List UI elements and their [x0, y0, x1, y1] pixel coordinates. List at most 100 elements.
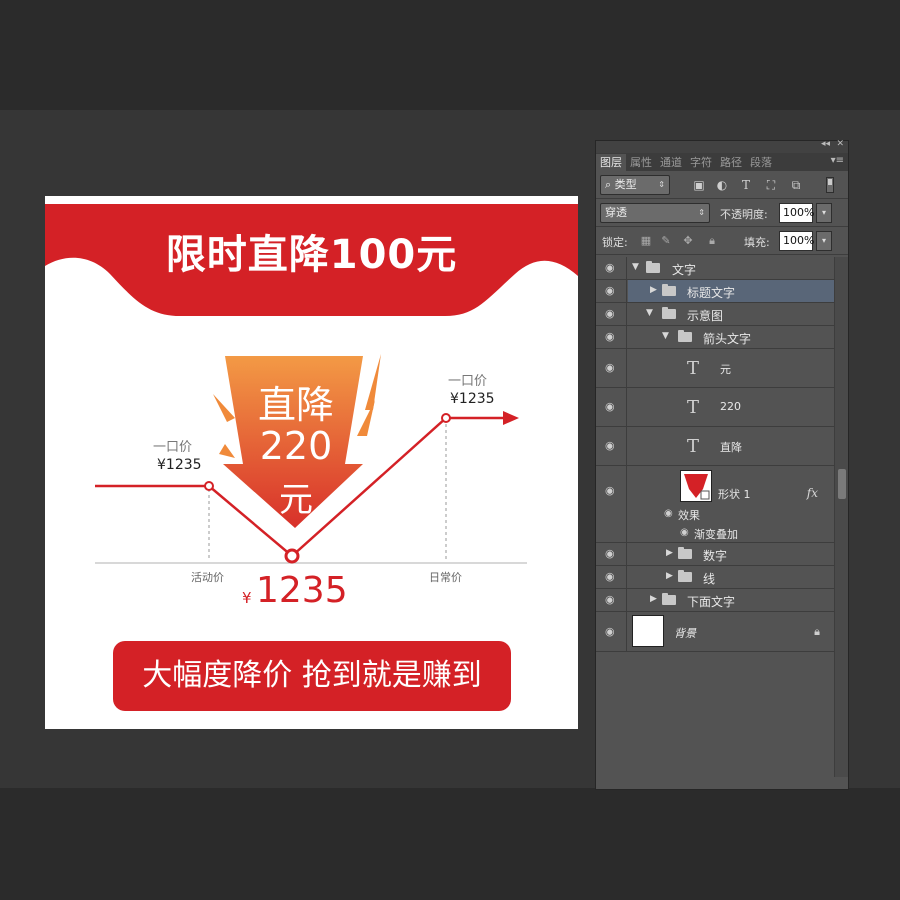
- opacity-dropdown-icon[interactable]: ▾: [816, 203, 832, 223]
- point-left: [204, 481, 214, 491]
- expand-arrow-down-icon[interactable]: ▼: [662, 331, 669, 341]
- filter-row: ⌕ 类型 ⇕ ▣ ◐ T ⛶ ⧉: [596, 171, 848, 199]
- lock-position-icon[interactable]: ✥: [682, 234, 694, 247]
- type-filter-icon[interactable]: T: [739, 178, 753, 192]
- smartobject-filter-icon[interactable]: ⧉: [789, 178, 803, 193]
- lock-pixels-icon[interactable]: ✎: [660, 234, 672, 247]
- fill-input[interactable]: 100%: [779, 231, 814, 251]
- eye-icon: ◉: [605, 361, 615, 374]
- tab-layers[interactable]: 图层: [596, 154, 626, 171]
- visibility-toggle[interactable]: ◉: [596, 543, 627, 565]
- fx-icon[interactable]: fx: [807, 486, 818, 500]
- spark-left-2: [219, 444, 235, 458]
- filter-kind-select[interactable]: ⌕ 类型 ⇕: [600, 175, 670, 195]
- visibility-toggle[interactable]: ◉: [596, 388, 627, 426]
- opacity-label: 不透明度:: [720, 208, 768, 221]
- expand-arrow-down-icon[interactable]: ▼: [632, 262, 639, 272]
- filter-kind-label: 类型: [614, 178, 637, 191]
- eye-icon: ◉: [605, 624, 615, 638]
- eye-icon: ◉: [605, 261, 615, 274]
- visibility-toggle[interactable]: ◉: [596, 326, 627, 348]
- tab-paragraph[interactable]: 段落: [746, 154, 776, 171]
- expand-arrow-right-icon[interactable]: ▶: [666, 571, 673, 581]
- layer-name: 箭头文字: [703, 332, 752, 346]
- image-filter-icon[interactable]: ▣: [692, 178, 706, 192]
- panel-menu-icon[interactable]: ▾≡: [831, 155, 844, 166]
- lock-row: 锁定: ▦ ✎ ✥ 🔒︎ 填充: 100% ▾: [596, 227, 848, 255]
- layer-row[interactable]: ◉ ▼ 文字: [596, 257, 834, 280]
- blend-mode-select[interactable]: 穿透 ⇕: [600, 203, 710, 223]
- visibility-toggle[interactable]: ◉: [596, 566, 627, 588]
- tab-character[interactable]: 字符: [686, 154, 716, 171]
- layer-name: 形状 1: [718, 488, 751, 501]
- lock-transparent-icon[interactable]: ▦: [640, 234, 652, 247]
- opacity-input[interactable]: 100%: [779, 203, 814, 223]
- visibility-toggle[interactable]: ◉: [596, 257, 627, 279]
- tab-properties[interactable]: 属性: [626, 154, 656, 171]
- scrollbar-thumb[interactable]: [838, 469, 846, 499]
- layer-row[interactable]: ◉ ▼ 箭头文字: [596, 326, 834, 349]
- folder-icon: [678, 547, 692, 559]
- layer-row-shape[interactable]: ◉ 形状 1 fx ◉ 效果 ◉ 渐变叠加: [596, 466, 834, 543]
- tab-channels[interactable]: 通道: [656, 154, 686, 171]
- expand-arrow-right-icon[interactable]: ▶: [666, 548, 673, 558]
- layer-row-background[interactable]: ◉ 背景 🔒︎: [596, 612, 834, 652]
- eye-icon: ◉: [605, 593, 615, 606]
- updown-icon: ⇕: [698, 208, 705, 217]
- layer-row[interactable]: ◉ ▶ 数字: [596, 543, 834, 566]
- fill-label: 填充:: [744, 236, 770, 249]
- layers-scrollbar[interactable]: [834, 257, 848, 777]
- visibility-toggle[interactable]: ◉: [596, 280, 627, 302]
- lock-all-icon[interactable]: 🔒︎: [706, 234, 718, 248]
- layers-list: ◉ ▼ 文字 ◉ ▶ 标题文字 ◉ ▼ 示意图 ◉ ▼ 箭头文字 ◉ T 元 ◉…: [596, 257, 834, 652]
- eye-icon[interactable]: ◉: [664, 508, 673, 519]
- layer-row[interactable]: ◉ ▶ 线: [596, 566, 834, 589]
- text-layer-icon: T: [687, 358, 700, 379]
- folder-icon: [662, 307, 676, 319]
- close-panel-icon[interactable]: ✕: [836, 139, 844, 149]
- layer-row[interactable]: ◉ ▶ 下面文字: [596, 589, 834, 612]
- lock-icon: 🔒︎: [814, 624, 820, 638]
- blend-mode-label: 穿透: [605, 206, 627, 219]
- layer-name: 背景: [674, 626, 696, 640]
- point-low: [284, 548, 300, 564]
- expand-arrow-down-icon[interactable]: ▼: [646, 308, 653, 318]
- eye-icon: ◉: [605, 330, 615, 343]
- shape-filter-icon[interactable]: ⛶: [764, 178, 778, 193]
- blend-row: 穿透 ⇕ 不透明度: 100% ▾: [596, 199, 848, 227]
- point-right: [441, 413, 451, 423]
- visibility-toggle[interactable]: ◉: [596, 303, 627, 325]
- visibility-toggle[interactable]: ◉: [596, 589, 627, 611]
- axis-label-left: 活动价: [191, 571, 224, 584]
- layer-name: 线: [703, 572, 716, 586]
- layer-row[interactable]: ◉ T 直降: [596, 427, 834, 466]
- eye-icon: ◉: [605, 284, 615, 297]
- fill-dropdown-icon[interactable]: ▾: [816, 231, 832, 251]
- layer-name: 数字: [703, 549, 728, 563]
- visibility-toggle[interactable]: ◉: [596, 349, 627, 387]
- eye-icon: ◉: [605, 307, 615, 320]
- spark-left-1: [213, 394, 235, 422]
- visibility-toggle[interactable]: ◉: [596, 427, 627, 465]
- visibility-toggle[interactable]: ◉: [596, 612, 627, 651]
- eye-icon: ◉: [605, 547, 615, 560]
- layer-row-selected[interactable]: ◉ ▶ 标题文字: [596, 280, 834, 303]
- tab-paths[interactable]: 路径: [716, 154, 746, 171]
- panel-titlebar: ◂◂ ✕: [596, 139, 848, 153]
- left-price-value: ¥1235: [157, 457, 202, 473]
- layer-row[interactable]: ◉ ▼ 示意图: [596, 303, 834, 326]
- layer-row[interactable]: ◉ T 220: [596, 388, 834, 427]
- eye-icon[interactable]: ◉: [680, 527, 689, 538]
- collapse-panel-icon[interactable]: ◂◂: [821, 139, 830, 149]
- current-price-value: 1235: [256, 570, 348, 611]
- layer-row[interactable]: ◉ T 元: [596, 349, 834, 388]
- cta-banner: 大幅度降价 抢到就是赚到: [113, 641, 511, 711]
- effects-label: 效果: [678, 509, 700, 522]
- expand-arrow-right-icon[interactable]: ▶: [650, 594, 657, 604]
- document-canvas[interactable]: 限时直降100元 直降 220 元 一口价 ¥1235 一口价 ¥1235 活动…: [45, 196, 578, 729]
- adjustment-filter-icon[interactable]: ◐: [715, 178, 729, 192]
- visibility-toggle[interactable]: ◉: [596, 466, 627, 542]
- filter-toggle[interactable]: [826, 177, 834, 193]
- background-layer-thumbnail: [632, 615, 664, 647]
- expand-arrow-right-icon[interactable]: ▶: [650, 285, 657, 295]
